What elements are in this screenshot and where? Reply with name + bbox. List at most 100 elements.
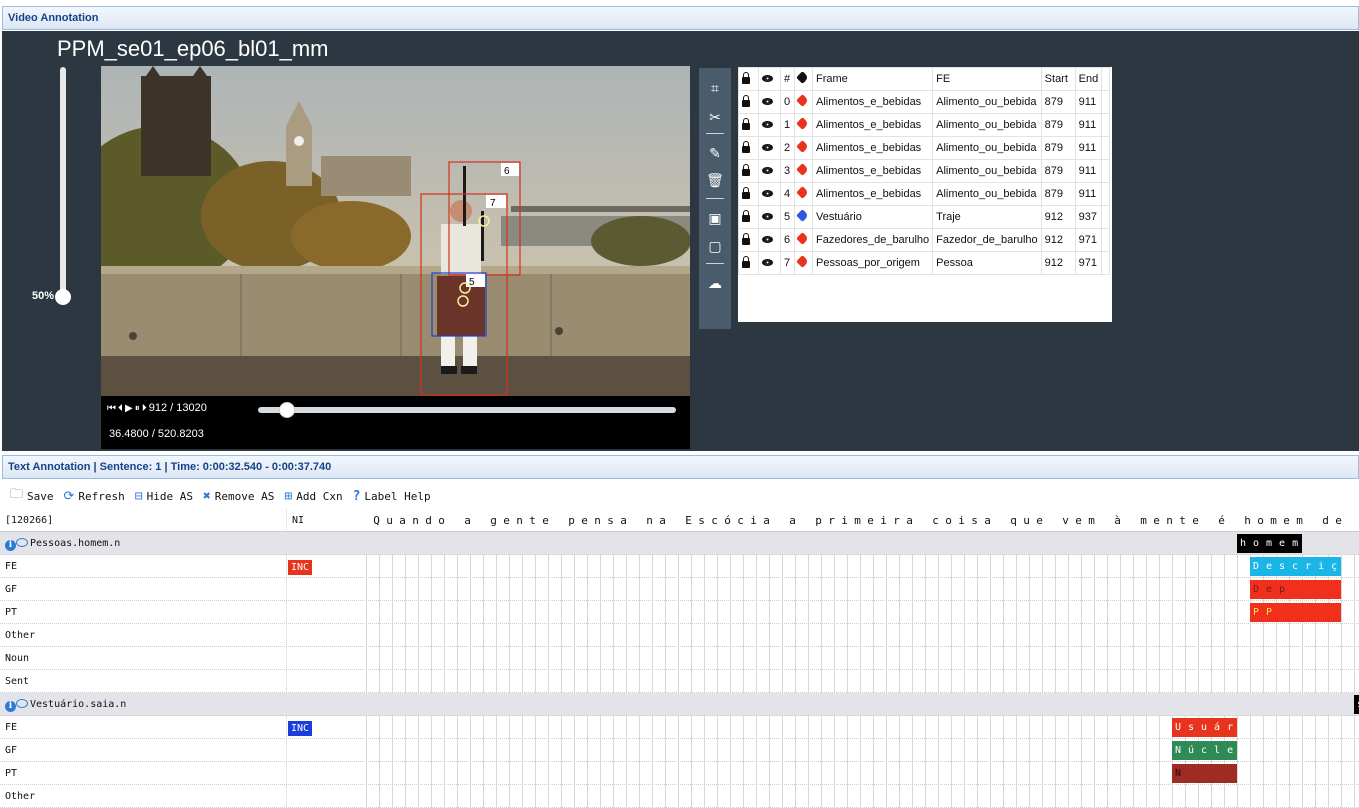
eye-icon[interactable]: [758, 182, 781, 206]
sentence-char[interactable]: e: [1189, 509, 1202, 532]
seek-slider-thumb[interactable]: [279, 402, 296, 418]
label-span[interactable]: Usuár: [1172, 718, 1237, 737]
sentence-char[interactable]: [1345, 509, 1358, 532]
eye-icon[interactable]: [758, 228, 781, 252]
sentence-char[interactable]: [1228, 509, 1241, 532]
sentence-char[interactable]: r: [825, 509, 838, 532]
sentence-char[interactable]: s: [604, 509, 617, 532]
sentence-char[interactable]: d: [1319, 509, 1332, 532]
sentence-char[interactable]: a: [656, 509, 669, 532]
label-span[interactable]: N: [1172, 764, 1237, 783]
unlink-icon[interactable]: ✂: [699, 106, 731, 128]
lu-name[interactable]: Vestuário.saia.n: [30, 699, 126, 710]
pause-icon[interactable]: ⏸: [135, 403, 140, 414]
sentence-char[interactable]: c: [734, 509, 747, 532]
sentence-char[interactable]: [1202, 509, 1215, 532]
sentence-char[interactable]: o: [942, 509, 955, 532]
sentence-char[interactable]: m: [1137, 509, 1150, 532]
hide-as-button[interactable]: Hide AS: [147, 490, 193, 503]
sentence-char[interactable]: u: [383, 509, 396, 532]
sentence-char[interactable]: a: [903, 509, 916, 532]
sentence-char[interactable]: c: [929, 509, 942, 532]
sentence-char[interactable]: E: [682, 509, 695, 532]
sentence-char[interactable]: n: [1163, 509, 1176, 532]
sentence-char[interactable]: [799, 509, 812, 532]
sentence-char[interactable]: e: [1332, 509, 1345, 532]
sentence-char[interactable]: a: [760, 509, 773, 532]
next-frame-icon[interactable]: ⏵: [142, 403, 147, 414]
remove-as-button[interactable]: Remove AS: [215, 490, 275, 503]
object-row[interactable]: 0 Alimentos_e_bebidas Alimento_ou_bebida 87…: [738, 90, 1111, 114]
sentence-char[interactable]: [669, 509, 682, 532]
label-span[interactable]: Núcle: [1172, 741, 1237, 760]
sentence-char[interactable]: m: [1293, 509, 1306, 532]
sentence-char[interactable]: [552, 509, 565, 532]
question-icon[interactable]: ?: [353, 489, 361, 504]
sentence-char[interactable]: à: [1111, 509, 1124, 532]
sentence-char[interactable]: d: [422, 509, 435, 532]
lock-icon[interactable]: [738, 159, 759, 183]
sentence-char[interactable]: v: [1059, 509, 1072, 532]
sentence-char[interactable]: a: [981, 509, 994, 532]
sentence-char[interactable]: e: [539, 509, 552, 532]
col-end[interactable]: End: [1074, 67, 1103, 91]
sentence-char[interactable]: m: [1267, 509, 1280, 532]
images-icon[interactable]: ▣: [699, 207, 731, 229]
save-button[interactable]: Save: [27, 490, 54, 503]
sentence-char[interactable]: u: [1020, 509, 1033, 532]
sentence-char[interactable]: [994, 509, 1007, 532]
comment-icon[interactable]: [16, 699, 28, 708]
sentence-char[interactable]: q: [1007, 509, 1020, 532]
image-icon[interactable]: ▢: [699, 235, 731, 257]
sentence-char[interactable]: e: [1072, 509, 1085, 532]
sentence-char[interactable]: m: [1085, 509, 1098, 532]
sentence-char[interactable]: e: [1280, 509, 1293, 532]
object-row[interactable]: 7 Pessoas_por_origem Pessoa 912 971: [738, 251, 1111, 275]
sentence-char[interactable]: e: [1150, 509, 1163, 532]
sentence-char[interactable]: [1098, 509, 1111, 532]
eye-icon[interactable]: [758, 205, 781, 229]
sentence-char[interactable]: ó: [721, 509, 734, 532]
object-row[interactable]: 3 Alimentos_e_bebidas Alimento_ou_bebida 87…: [738, 159, 1111, 183]
sentence-char[interactable]: e: [1033, 509, 1046, 532]
col-id[interactable]: #: [780, 67, 795, 91]
sentence-char[interactable]: i: [838, 509, 851, 532]
col-frame[interactable]: Frame: [811, 67, 934, 91]
eye-icon[interactable]: [758, 113, 781, 137]
sentence-char[interactable]: o: [1254, 509, 1267, 532]
target-label[interactable]: homem: [1237, 534, 1302, 553]
sentence-char[interactable]: [1046, 509, 1059, 532]
target-label[interactable]: saia: [1354, 695, 1359, 714]
sentence-char[interactable]: p: [565, 509, 578, 532]
volume-slider-thumb[interactable]: [55, 289, 71, 305]
label-span[interactable]: PP: [1250, 603, 1341, 622]
sentence-char[interactable]: a: [786, 509, 799, 532]
eye-icon[interactable]: [758, 90, 781, 114]
lu-name[interactable]: Pessoas.homem.n: [30, 538, 120, 549]
sentence-char[interactable]: n: [643, 509, 656, 532]
sentence-char[interactable]: a: [617, 509, 630, 532]
refresh-icon[interactable]: ⟳: [64, 489, 75, 504]
cloud-upload-icon[interactable]: ☁: [699, 272, 731, 294]
video-player[interactable]: 6 7 5 ⏮ ⏴ ▶ ⏸ ⏵ 912 / 13020 36.4800 / 52…: [101, 66, 690, 449]
sentence-char[interactable]: i: [747, 509, 760, 532]
eye-icon[interactable]: [758, 136, 781, 160]
sentence-char[interactable]: [773, 509, 786, 532]
object-row[interactable]: 6 Fazedores_de_barulho Fazedor_de_barulho 9…: [738, 228, 1111, 252]
lock-icon[interactable]: [738, 182, 759, 206]
sentence-char[interactable]: r: [890, 509, 903, 532]
col-fe[interactable]: FE: [932, 67, 1042, 91]
sentence-char[interactable]: i: [877, 509, 890, 532]
sentence-char[interactable]: n: [513, 509, 526, 532]
sentence-char[interactable]: [474, 509, 487, 532]
sentence-char[interactable]: n: [409, 509, 422, 532]
folder-icon[interactable]: 🗀: [10, 485, 23, 507]
sentence-char[interactable]: c: [708, 509, 721, 532]
play-icon[interactable]: ▶: [125, 403, 133, 414]
sentence-char[interactable]: h: [1241, 509, 1254, 532]
sentence-char[interactable]: s: [695, 509, 708, 532]
lock-icon[interactable]: [738, 90, 759, 114]
sentence-char[interactable]: [630, 509, 643, 532]
sentence-char[interactable]: m: [851, 509, 864, 532]
tag-column-icon[interactable]: [794, 67, 813, 91]
